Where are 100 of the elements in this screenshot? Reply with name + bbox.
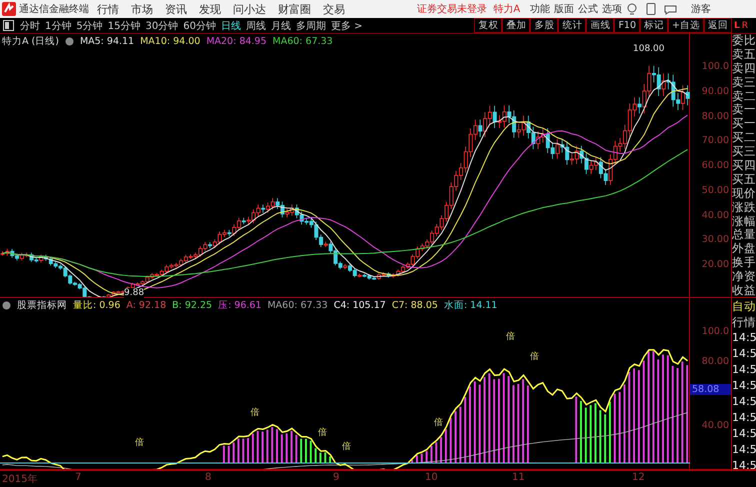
- legend-value: A: 92.18: [126, 300, 166, 310]
- quote-label: 买一: [732, 117, 756, 132]
- quote-label: 换手: [732, 256, 756, 270]
- trade-time: 14:5: [732, 362, 756, 378]
- menu-item[interactable]: 公式: [578, 2, 598, 16]
- menu-item[interactable]: 市场: [131, 2, 153, 16]
- quote-label: 委比: [732, 34, 756, 48]
- quote-label: 涨跌: [732, 200, 756, 215]
- signal-mark: 倍: [318, 426, 328, 439]
- y-axis-label: 40.00: [702, 210, 729, 220]
- message-icon[interactable]: [664, 4, 678, 14]
- toolbar-button[interactable]: 画线: [586, 18, 614, 33]
- menu-item[interactable]: 版面: [554, 2, 574, 16]
- period-tab[interactable]: 分时: [20, 18, 40, 32]
- legend-value: B: 92.25: [172, 300, 212, 310]
- toolbar-button[interactable]: F10: [614, 18, 640, 33]
- date-label: 11: [512, 472, 525, 483]
- legend-value: MA10: 94.00: [140, 36, 200, 46]
- quote-label: 卖三: [732, 76, 756, 90]
- menu-item[interactable]: 交易: [323, 2, 345, 16]
- quote-tab[interactable]: 行情: [732, 314, 756, 330]
- app-logo-icon: [2, 2, 16, 16]
- date-label: 9: [333, 472, 340, 483]
- quote-label: 总量: [732, 228, 756, 242]
- date-label: 7: [75, 472, 82, 483]
- signal-mark: 倍: [134, 436, 144, 449]
- toolbar-button[interactable]: 叠加: [502, 18, 530, 33]
- period-tab[interactable]: 60分钟: [183, 18, 216, 32]
- quote-label: 净资: [732, 270, 756, 284]
- y-axis-label: 90.00: [702, 86, 729, 97]
- y-axis-label: 80.00: [702, 110, 729, 122]
- stock-title: 特力A (日线): [2, 34, 59, 48]
- menu-item[interactable]: 资讯: [165, 2, 187, 16]
- signal-mark: 倍: [250, 406, 260, 419]
- panel-toggle-icon[interactable]: [3, 20, 14, 31]
- user-name[interactable]: 游客: [691, 2, 712, 16]
- trade-time: 14:5: [732, 458, 756, 469]
- y-axis-label: 100.0: [702, 61, 729, 72]
- menu-item[interactable]: 问小达: [233, 2, 266, 16]
- legend-value: C7: 88.05: [392, 300, 438, 310]
- menu-item[interactable]: 选项: [602, 2, 622, 16]
- high-price-label: 108.00: [633, 44, 664, 54]
- toolbar-button[interactable]: 多股: [530, 18, 558, 33]
- indicator-title: 股票指标网: [17, 298, 67, 312]
- period-tab[interactable]: 周线: [246, 18, 266, 32]
- legend-value: MA5: 94.11: [80, 36, 134, 46]
- legend-value: MA60: 67.33: [272, 36, 333, 46]
- period-tab[interactable]: 多周期: [296, 18, 326, 32]
- quote-label: 买五: [732, 172, 756, 187]
- legend-value: 量比: 0.96: [73, 298, 120, 312]
- period-tab[interactable]: 更多 >: [330, 18, 363, 32]
- date-label: 8: [205, 472, 212, 483]
- menu-item[interactable]: 发现: [199, 2, 221, 16]
- toolbar-button[interactable]: 统计: [558, 18, 586, 33]
- y-axis-label: 40.00: [702, 420, 729, 431]
- legend-value: MA20: 84.95: [206, 36, 267, 46]
- app-name: 通达信金融终端: [19, 2, 89, 16]
- quote-label: 卖四: [732, 62, 756, 76]
- toolbar-button[interactable]: 复权: [474, 18, 502, 33]
- period-tab[interactable]: 15分钟: [108, 18, 140, 32]
- menu-item[interactable]: 行情: [97, 2, 119, 16]
- menu-item[interactable]: 功能: [530, 2, 550, 16]
- menu-item[interactable]: 财富圈: [278, 2, 311, 16]
- toolbar-button[interactable]: +自选: [668, 18, 704, 33]
- bulb-icon[interactable]: [626, 3, 638, 15]
- trade-time: 14:5: [732, 426, 756, 442]
- period-tab[interactable]: 5分钟: [76, 18, 103, 32]
- trade-time: 14:5: [732, 394, 756, 410]
- phone-icon[interactable]: [646, 3, 656, 15]
- login-notice: 证券交易未登录 特力A: [417, 2, 520, 16]
- quote-label: 卖二: [732, 90, 756, 104]
- toolbar-button[interactable]: 返回: [704, 18, 732, 33]
- period-tab[interactable]: 月线: [270, 18, 291, 32]
- date-label: 12: [632, 472, 645, 483]
- quote-label: 卖五: [732, 48, 756, 62]
- toolbar-button[interactable]: 标记: [640, 18, 668, 33]
- signal-mark: 倍: [434, 416, 443, 429]
- y-axis-label: 70.00: [702, 135, 729, 146]
- period-tab[interactable]: 30分钟: [145, 18, 178, 32]
- signal-mark: 倍: [342, 440, 352, 453]
- quote-label: 买二: [732, 131, 756, 146]
- r-label: R: [742, 20, 748, 30]
- y-axis-label: 20.00: [702, 259, 729, 270]
- signal-mark: 倍: [530, 350, 540, 363]
- period-tab[interactable]: 1分钟: [45, 18, 72, 32]
- legend-value: 压: 96.61: [218, 298, 262, 312]
- quote-label: 涨幅: [732, 214, 756, 228]
- y-axis-label: 50.00: [702, 184, 729, 196]
- legend-value: MA60: 67.33: [267, 300, 328, 310]
- date-label: 10: [425, 472, 438, 483]
- date-label: 2015年: [2, 473, 38, 486]
- signal-mark: 倍: [506, 330, 516, 343]
- low-price-label: 9.88: [124, 288, 144, 298]
- quote-label: 卖一: [732, 103, 756, 118]
- auto-label[interactable]: 自动: [732, 298, 756, 314]
- quote-label: 买四: [732, 159, 756, 173]
- y-axis-label: 30.00: [702, 234, 729, 246]
- current-value-label: 58.08: [690, 384, 731, 395]
- trade-time: 14:5: [732, 442, 756, 458]
- period-tab[interactable]: 日线: [220, 18, 241, 32]
